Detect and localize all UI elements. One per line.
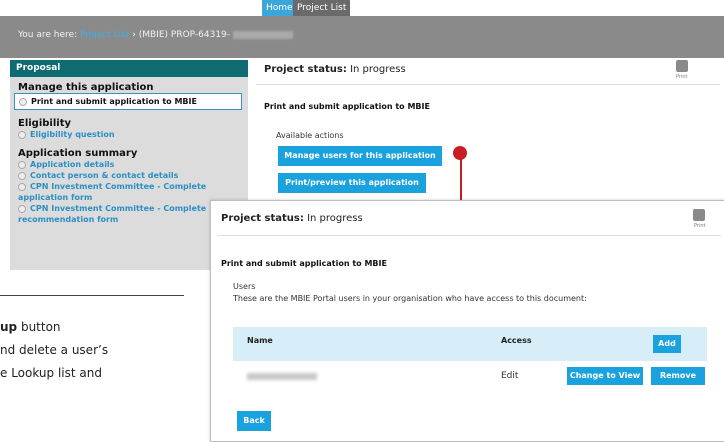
add-user-button[interactable]: Add <box>653 335 681 353</box>
sidebar-item-label: Print and submit application to MBIE <box>31 97 197 106</box>
project-status: Project status: In progress <box>221 213 363 224</box>
sidebar-item-label: application form <box>18 193 93 202</box>
sidebar-item-label: CPN Investment Committee - Complete <box>30 204 207 213</box>
print-icon[interactable] <box>676 60 688 72</box>
tab-project-list[interactable]: Project List <box>293 0 351 16</box>
radio-icon <box>19 97 27 106</box>
print-label: Print <box>694 223 706 229</box>
print-icon[interactable] <box>693 209 705 221</box>
access-value: Edit <box>501 371 519 381</box>
sidebar-item-label: Eligibility question <box>30 130 115 139</box>
sidebar-item-eligibility[interactable]: Eligibility question <box>10 129 248 140</box>
annotation-dot <box>453 146 467 160</box>
section-heading: Print and submit application to MBIE <box>221 259 387 268</box>
status-value: In progress <box>350 64 406 75</box>
change-to-view-button[interactable]: Change to View <box>567 367 643 385</box>
sidebar-section-title: Eligibility <box>18 118 72 129</box>
sidebar-item-contact-person[interactable]: Contact person & contact details <box>10 170 248 181</box>
breadcrumb-project-list-link[interactable]: Project List <box>80 30 129 40</box>
users-description: These are the MBIE Portal users in your … <box>233 294 587 303</box>
column-header-name: Name <box>247 336 273 345</box>
sidebar-item-application-details[interactable]: Application details <box>10 159 248 170</box>
available-actions-label: Available actions <box>276 131 344 140</box>
sidebar-item-label: Application details <box>30 160 115 169</box>
divider <box>256 84 720 85</box>
annotation-arrow-line <box>460 158 462 202</box>
instruction-text-line1: up button <box>0 320 61 334</box>
users-label: Users <box>233 282 256 291</box>
redacted-text <box>233 30 294 39</box>
section-heading: Print and submit application to MBIE <box>264 102 430 111</box>
breadcrumb-bar: You are here: Project List › (MBIE) PROP… <box>0 16 724 58</box>
instruction-rest: button <box>17 320 61 334</box>
sidebar-header: Proposal <box>10 60 248 77</box>
status-value: In progress <box>307 213 363 224</box>
redacted-user-name <box>247 373 317 380</box>
remove-user-button[interactable]: Remove <box>651 367 705 385</box>
radio-icon <box>18 130 26 139</box>
status-label: Project status: <box>264 64 347 75</box>
instruction-text-line3: e Lookup list and <box>0 366 102 380</box>
radio-icon <box>18 204 26 213</box>
divider <box>217 235 721 236</box>
project-status: Project status: In progress <box>264 64 406 75</box>
breadcrumb: You are here: Project List › (MBIE) PROP… <box>18 30 294 40</box>
sidebar-section-title: Manage this application <box>18 82 154 93</box>
tab-home[interactable]: Home <box>262 0 297 16</box>
sidebar-item-print-submit[interactable]: Print and submit application to MBIE <box>14 93 242 110</box>
instruction-bold: up <box>0 320 18 334</box>
divider-line <box>0 295 184 296</box>
radio-icon <box>18 182 26 191</box>
radio-icon <box>18 160 26 169</box>
print-label: Print <box>676 74 688 80</box>
breadcrumb-prefix: You are here: <box>18 30 78 40</box>
breadcrumb-separator: › <box>132 30 136 40</box>
sidebar-item-label: CPN Investment Committee - Complete <box>30 182 207 191</box>
breadcrumb-current: (MBIE) PROP-64319- <box>138 30 231 40</box>
manage-users-panel: Project status: In progress Print Print … <box>210 200 724 442</box>
sidebar-section-title: Application summary <box>18 148 138 159</box>
sidebar-item-label: Contact person & contact details <box>30 171 179 180</box>
radio-icon <box>18 171 26 180</box>
sidebar-item-label: recommendation form <box>18 215 119 224</box>
sidebar-item-cpn-application[interactable]: CPN Investment Committee - Complete <box>10 181 248 192</box>
print-preview-button[interactable]: Print/preview this application <box>278 173 426 193</box>
status-label: Project status: <box>221 213 304 224</box>
back-button[interactable]: Back <box>237 411 271 431</box>
users-table-header: Name Access Add <box>233 327 707 361</box>
table-row: Edit Change to View Remove <box>233 361 707 391</box>
column-header-access: Access <box>501 336 532 345</box>
instruction-text-line2: nd delete a user’s <box>0 343 109 357</box>
manage-users-button[interactable]: Manage users for this application <box>278 146 442 166</box>
